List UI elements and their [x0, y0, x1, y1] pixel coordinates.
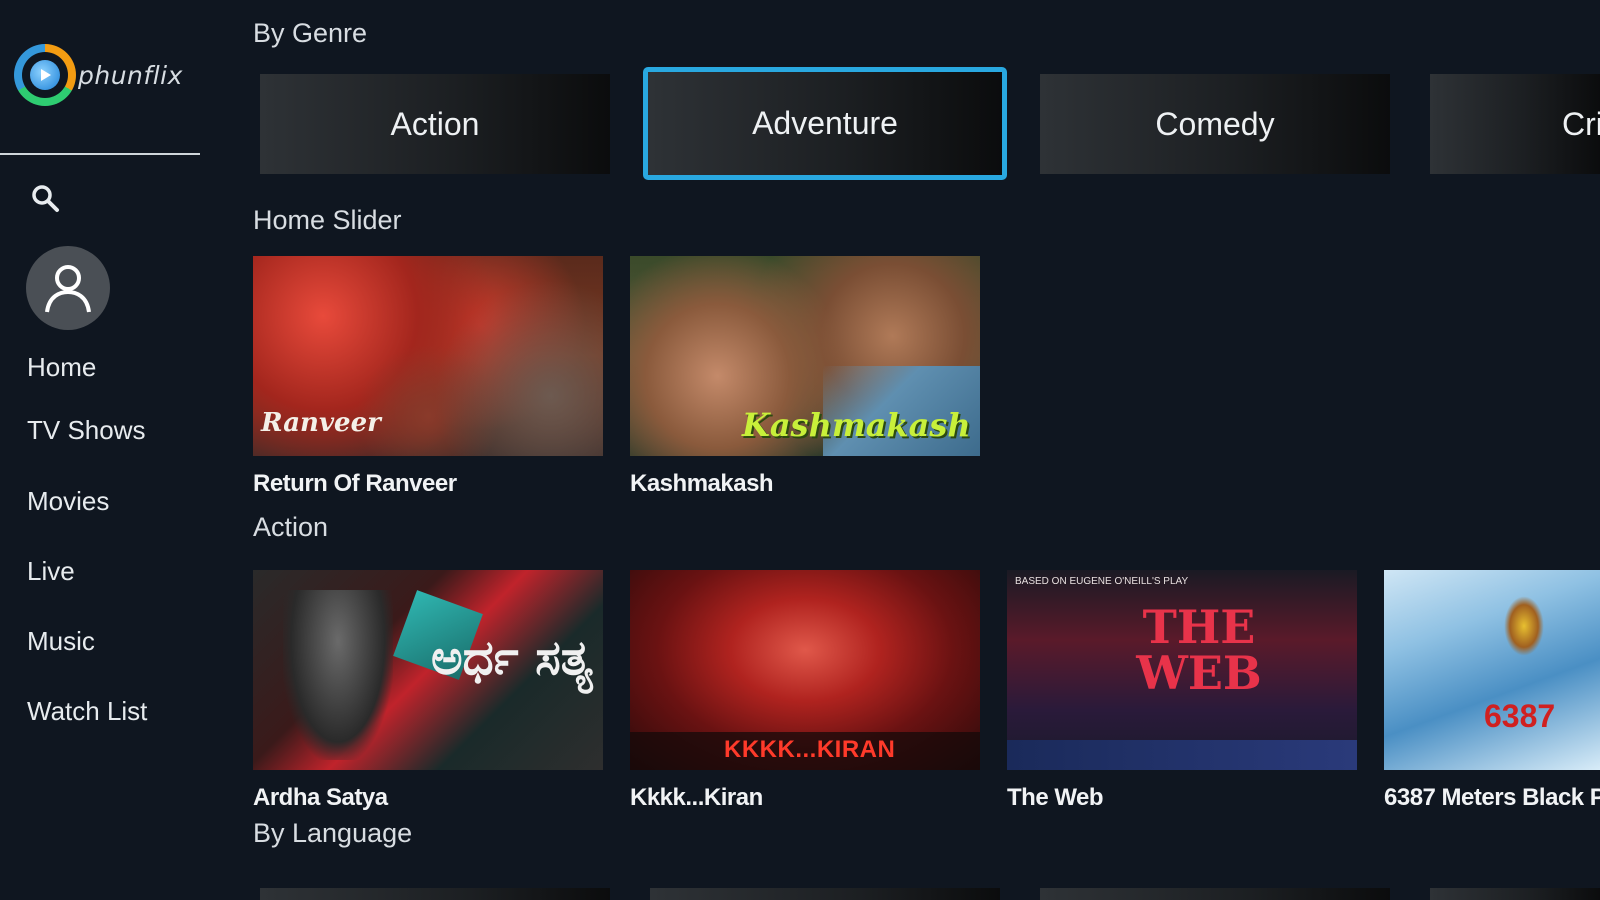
movie-title: Kkkk...Kiran	[630, 784, 763, 811]
language-tile[interactable]	[650, 888, 1000, 900]
sidebar-item-home[interactable]: Home	[27, 352, 96, 383]
sidebar-divider	[0, 153, 200, 155]
movie-card-the-web[interactable]: BASED ON EUGENE O'NEILL'S PLAY THE WEB T…	[1007, 570, 1357, 812]
movie-card-6387-meters[interactable]: 6387 6387 Meters Black P	[1384, 570, 1600, 812]
poster-tagline-text: BASED ON EUGENE O'NEILL'S PLAY	[1015, 576, 1189, 587]
sidebar-item-movies[interactable]: Movies	[27, 486, 109, 517]
movie-poster: 6387	[1384, 570, 1600, 770]
movie-poster: Kashmakash	[630, 256, 980, 456]
movie-title: Kashmakash	[630, 470, 774, 497]
search-button[interactable]	[28, 182, 62, 216]
movie-title: Return Of Ranveer	[253, 470, 457, 497]
poster-title-text: 6387	[1484, 698, 1556, 734]
section-title-genre: By Genre	[253, 18, 368, 48]
sidebar-item-watch-list[interactable]: Watch List	[27, 696, 147, 727]
movie-card-kashmakash[interactable]: Kashmakash Kashmakash	[630, 256, 980, 498]
movie-title: The Web	[1007, 784, 1104, 811]
poster-title-text: ಅರ್ಧ ಸತ್ಯ	[431, 630, 593, 686]
poster-title-text: KKKK...KIRAN	[724, 736, 896, 763]
genre-tile-crime[interactable]: Cri	[1430, 74, 1600, 174]
search-icon	[32, 185, 59, 212]
genre-tile-adventure[interactable]: Adventure	[643, 67, 1007, 180]
movie-card-return-of-ranveer[interactable]: Ranveer Return Of Ranveer	[253, 256, 603, 498]
movie-poster: Ranveer	[253, 256, 603, 456]
movie-card-ardha-satya[interactable]: ಅರ್ಧ ಸತ್ಯ Ardha Satya	[253, 570, 603, 812]
app-logo[interactable]: phunflix	[14, 44, 183, 106]
poster-title-text: Kashmakash	[742, 406, 971, 444]
profile-avatar[interactable]	[26, 246, 110, 330]
user-icon	[45, 265, 91, 313]
section-title-action: Action	[253, 512, 329, 542]
sidebar-item-music[interactable]: Music	[27, 626, 95, 657]
section-title-language: By Language	[253, 818, 413, 848]
logo-text: phunflix	[78, 60, 183, 90]
section-title-home-slider: Home Slider	[253, 205, 402, 235]
sidebar: phunflix Home TV Shows Movies Live Music…	[0, 0, 205, 900]
poster-title-text: Ranveer	[261, 408, 381, 438]
movie-poster: BASED ON EUGENE O'NEILL'S PLAY THE WEB	[1007, 570, 1357, 770]
movie-title: Ardha Satya	[253, 784, 388, 811]
language-tile[interactable]	[1040, 888, 1390, 900]
movie-poster: KKKK...KIRAN	[630, 570, 980, 770]
movie-poster: ಅರ್ಧ ಸತ್ಯ	[253, 570, 603, 770]
sidebar-item-tv-shows[interactable]: TV Shows	[27, 415, 146, 446]
movie-card-kkkk-kiran[interactable]: KKKK...KIRAN Kkkk...Kiran	[630, 570, 980, 812]
poster-title-text: THE WEB	[1136, 600, 1262, 700]
movie-title: 6387 Meters Black P	[1384, 784, 1600, 811]
app-root: phunflix Home TV Shows Movies Live Music…	[0, 0, 1600, 900]
genre-tile-action[interactable]: Action	[260, 74, 610, 174]
genre-tile-comedy[interactable]: Comedy	[1040, 74, 1390, 174]
language-tile[interactable]	[1430, 888, 1600, 900]
sidebar-item-live[interactable]: Live	[27, 556, 75, 587]
language-tile[interactable]	[260, 888, 610, 900]
logo-play-icon	[14, 44, 76, 106]
